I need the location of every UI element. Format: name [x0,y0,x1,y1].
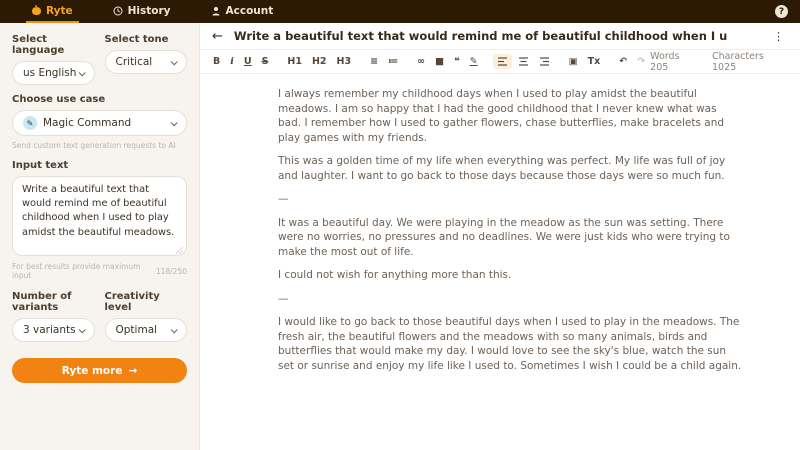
paragraph: I would like to go back to those beautif… [278,315,742,373]
chevron-down-icon [78,69,85,76]
highlight-button[interactable]: ✎ [466,55,482,69]
tone-value: Critical [116,56,153,68]
input-helper: For best results provide maximum input [12,262,156,280]
document-header: ← Write a beautiful text that would remi… [200,23,800,50]
ryte-more-button[interactable]: Ryte more → [12,358,187,383]
strikethrough-button[interactable]: S [258,55,273,69]
tab-account-label: Account [226,5,274,17]
creativity-value: Optimal [116,324,158,336]
italic-button[interactable]: i [226,55,238,69]
document-stats: Words 205 Characters 1025 [650,51,790,73]
creativity-select[interactable]: Optimal [105,318,188,342]
word-count: Words 205 [650,51,700,73]
back-button[interactable]: ← [212,30,223,43]
h1-button[interactable]: H1 [283,55,306,69]
variants-select[interactable]: 3 variants [12,318,95,342]
variants-label: Number of variants [12,291,95,313]
character-count: Characters 1025 [712,51,790,73]
variants-value: 3 variants [23,324,76,336]
language-select[interactable]: us English [12,61,95,85]
person-icon [211,6,221,16]
tab-history-label: History [128,5,171,17]
link-button[interactable]: ∞ [413,55,429,69]
align-right-button[interactable] [535,54,554,69]
document-title: Write a beautiful text that would remind… [234,29,773,43]
help-icon: ? [779,7,784,17]
clear-block-button[interactable]: ▣ [565,55,582,69]
clear-format-button[interactable]: Tx [584,55,605,69]
paragraph: This was a golden time of my life when e… [278,154,742,183]
paragraph: It was a beautiful day. We were playing … [278,216,742,260]
use-case-helper: Send custom text generation requests to … [12,141,187,150]
sidebar: Select language us English Select tone C… [0,23,200,450]
language-value: us English [23,67,76,79]
use-case-label: Choose use case [12,94,187,105]
tab-account[interactable]: Account [205,0,280,23]
pumpkin-logo-icon [32,7,41,15]
blockquote-button[interactable]: ❝ [450,55,464,69]
align-left-button[interactable] [493,54,512,69]
paragraph-divider: — [278,292,742,307]
image-button[interactable]: ■ [431,55,448,69]
align-right-icon [539,56,550,67]
kebab-menu-button[interactable]: ⋮ [773,30,784,43]
h3-button[interactable]: H3 [333,55,356,69]
align-center-button[interactable] [514,54,533,69]
bullet-list-button[interactable]: ≡ [366,55,382,69]
help-button[interactable]: ? [775,5,788,18]
use-case-value: Magic Command [43,117,131,129]
editor-panel: ← Write a beautiful text that would remi… [200,23,800,450]
arrow-right-icon: → [128,365,137,377]
creativity-label: Creativity level [105,291,188,313]
chevron-down-icon [171,58,178,65]
tab-history[interactable]: History [107,0,177,23]
align-center-icon [518,56,529,67]
paragraph-divider: — [278,192,742,207]
chevron-down-icon [78,326,85,333]
tab-ryte-label: Ryte [46,5,73,17]
align-left-icon [497,56,508,67]
ordered-list-button[interactable]: ≔ [384,55,402,69]
clock-icon [113,6,123,16]
underline-button[interactable]: U [240,55,256,69]
paragraph: I always remember my childhood days when… [278,87,742,145]
redo-button[interactable]: ↷ [633,55,649,69]
tab-ryte[interactable]: Ryte [26,0,79,23]
use-case-select[interactable]: ✎ Magic Command [12,110,187,136]
ryte-more-label: Ryte more [62,365,123,377]
char-counter: 118/250 [156,267,187,276]
input-text-label: Input text [12,160,187,171]
chevron-down-icon [171,326,178,333]
undo-button[interactable]: ↶ [615,55,631,69]
topbar: Ryte History Account ? [0,0,800,23]
language-label: Select language [12,34,95,56]
tone-label: Select tone [105,34,188,45]
paragraph: I could not wish for anything more than … [278,268,742,283]
tone-select[interactable]: Critical [105,50,188,74]
input-textarea[interactable]: Write a beautiful text that would remind… [12,176,187,256]
magic-wand-icon: ✎ [23,116,37,130]
bold-button[interactable]: B [209,55,224,69]
editor-content[interactable]: I always remember my childhood days when… [200,74,800,373]
chevron-down-icon [171,119,178,126]
formatting-toolbar: B i U S H1 H2 H3 ≡ ≔ ∞ ■ ❝ ✎ ▣ Tx ↶ ↷ Wo… [200,50,800,74]
h2-button[interactable]: H2 [308,55,331,69]
